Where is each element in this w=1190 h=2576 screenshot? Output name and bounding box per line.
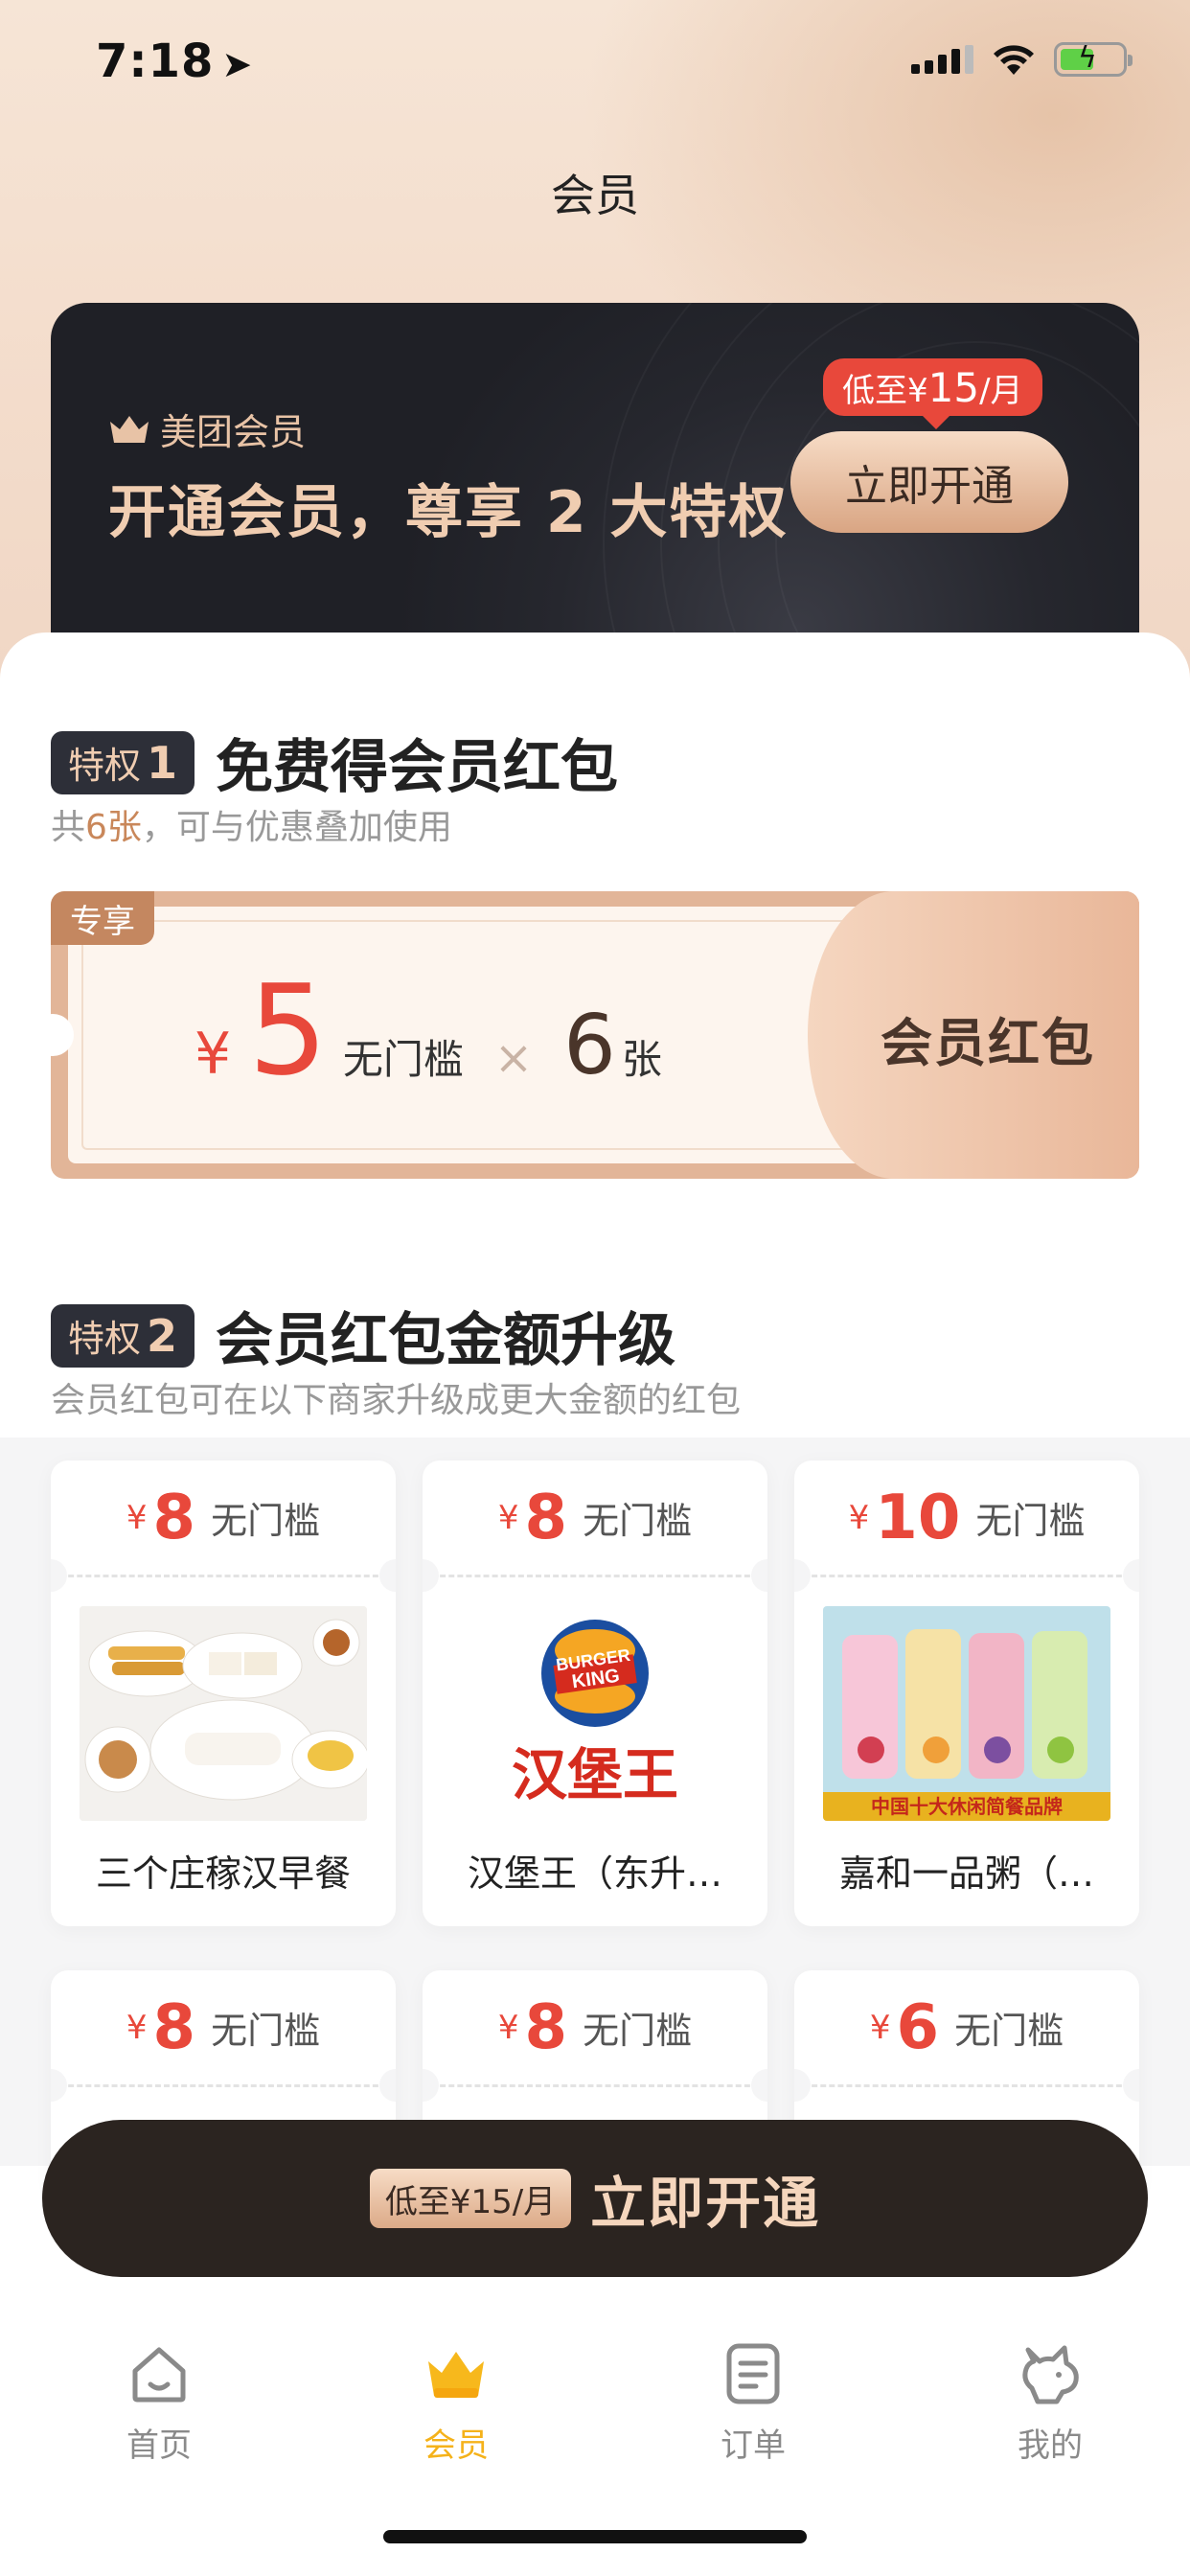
price-tag-badge: 低至¥ 15/月: [823, 358, 1042, 429]
merchant-coupon: ¥10 无门槛: [794, 1460, 1139, 1592]
merchant-card[interactable]: ¥10 无门槛 中国十大休闲简餐品牌 嘉和一品粥（…: [794, 1460, 1139, 1926]
privilege1-tag-label: 特权: [68, 745, 142, 787]
subtitle-suffix: ，可与优惠叠加使用: [141, 808, 452, 847]
privilege2-heading: 特权 2 会员红包金额升级: [51, 1294, 675, 1377]
merchant-condition: 无门槛: [211, 1500, 321, 1542]
home-icon: [132, 2347, 186, 2403]
privilege1-tag: 特权 1: [51, 730, 195, 794]
merchant-coupon: ¥8 无门槛: [51, 1970, 396, 2102]
privilege1-tag-num: 1: [147, 736, 178, 789]
crown-icon: [428, 2352, 484, 2398]
merchant-coupon: ¥6 无门槛: [794, 1970, 1139, 2102]
privilege1-heading: 特权 1 免费得会员红包: [51, 721, 618, 804]
privilege2-tag-label: 特权: [68, 1318, 142, 1360]
coupon-quantity: 6: [563, 998, 616, 1093]
tab-home-label: 首页: [126, 2426, 192, 2465]
merchant-coupon: ¥8 无门槛: [423, 1970, 767, 2102]
home-indicator[interactable]: [383, 2530, 807, 2543]
merchant-currency: ¥: [497, 1498, 519, 1537]
page-title: 会员: [551, 170, 639, 221]
merchant-card[interactable]: ¥8 无门槛 BURGER KING 汉堡王 汉堡王（东升…: [423, 1460, 767, 1926]
privilege1-subtitle: 共6张，可与优惠叠加使用: [51, 799, 452, 849]
price-tag-amount: 15: [927, 363, 980, 411]
merchant-currency: ¥: [126, 1498, 148, 1537]
battery-icon: ϟ: [1054, 41, 1133, 77]
subtitle-highlight: 6张: [85, 808, 142, 847]
open-membership-button[interactable]: 立即开通: [790, 431, 1068, 533]
coupon-condition: 无门槛: [342, 1036, 464, 1083]
merchant-condition: 无门槛: [954, 2010, 1064, 2052]
privilege2-subtitle: 会员红包可在以下商家升级成更大金额的红包: [51, 1381, 742, 1420]
merchant-name: 汉堡王（东升…: [467, 1852, 722, 1895]
promo-headline: 开通会员，尊享 2 大特权: [108, 479, 789, 546]
merchant-currency: ¥: [126, 2008, 148, 2047]
tab-orders[interactable]: 订单: [657, 2340, 849, 2466]
coupon-label: 会员红包: [881, 1013, 1095, 1073]
cta-label: 立即开通: [590, 2171, 821, 2236]
crown-icon: [110, 415, 149, 443]
drinks-banner-text: 中国十大休闲简餐品牌: [871, 1795, 1063, 1818]
merchant-currency: ¥: [848, 1498, 870, 1537]
merchant-name: 嘉和一品粥（…: [838, 1852, 1094, 1895]
price-tag-suffix: /月: [979, 371, 1023, 410]
merchant-condition: 无门槛: [583, 1500, 693, 1542]
brand-row: 美团会员: [108, 402, 306, 455]
coupon-amount: 5: [248, 957, 328, 1103]
status-bar: 7:18 ➤ ϟ: [0, 0, 1190, 126]
merchant-amount: 8: [152, 1991, 196, 2063]
membership-promo-card: 美团会员 开通会员，尊享 2 大特权 低至¥ 15/月 立即开通: [51, 303, 1139, 686]
tab-membership-label: 会员: [423, 2426, 489, 2465]
tab-mine-label: 我的: [1018, 2426, 1083, 2465]
privilege2-title: 会员红包金额升级: [216, 1307, 676, 1374]
merchant-condition: 无门槛: [211, 2010, 321, 2052]
breakfast-food-photo: [80, 1606, 367, 1821]
burger-king-logo: BURGER KING 汉堡王: [451, 1606, 739, 1821]
charging-bolt-icon: ϟ: [1078, 41, 1097, 75]
profile-kangaroo-icon: [1022, 2345, 1079, 2404]
multiply-sign: ×: [493, 1031, 534, 1085]
tab-mine[interactable]: 我的: [954, 2340, 1146, 2466]
merchant-currency: ¥: [869, 2008, 891, 2047]
merchant-condition: 无门槛: [975, 1500, 1086, 1542]
exclusive-tag: 专享: [51, 891, 154, 945]
privilege1-title: 免费得会员红包: [216, 734, 619, 801]
merchant-coupon: ¥8 无门槛: [423, 1460, 767, 1592]
subtitle-prefix: 共: [51, 808, 86, 847]
cta-price-tag: 低至¥15/月: [369, 2169, 572, 2228]
coupon-currency: ¥: [195, 1021, 232, 1088]
merchant-coupon: ¥8 无门槛: [51, 1460, 396, 1592]
merchant-card[interactable]: ¥8 无门槛 三个庄稼汉早餐: [51, 1460, 396, 1926]
price-tag-prefix: 低至¥: [842, 371, 928, 410]
tab-home[interactable]: 首页: [63, 2340, 255, 2466]
time-text: 7:18: [96, 34, 215, 88]
merchant-amount: 10: [875, 1482, 961, 1553]
merchant-amount: 8: [152, 1482, 196, 1553]
status-icons: ϟ: [911, 41, 1133, 77]
cellular-signal-icon: [911, 45, 973, 74]
tab-membership[interactable]: 会员: [360, 2340, 552, 2466]
privilege2-tag-num: 2: [147, 1309, 178, 1362]
merchant-amount: 8: [524, 1482, 568, 1553]
merchant-name: 三个庄稼汉早餐: [95, 1852, 351, 1895]
brand-name: 美团会员: [160, 411, 307, 453]
wifi-icon: [994, 45, 1034, 75]
merchant-condition: 无门槛: [583, 2010, 693, 2052]
privilege2-tag: 特权 2: [51, 1303, 195, 1368]
member-coupon-card[interactable]: 专享 ¥ 5 无门槛 × 6 张 会员红包: [51, 891, 1139, 1179]
drinks-promo-photo: 中国十大休闲简餐品牌: [823, 1606, 1110, 1821]
order-list-icon: [726, 2343, 780, 2404]
coupon-value: ¥ 5 无门槛 × 6 张: [195, 968, 662, 1093]
coupon-unit: 张: [621, 1036, 662, 1083]
merchant-currency: ¥: [497, 2008, 519, 2047]
merchant-amount: 8: [524, 1991, 568, 2063]
tab-orders-label: 订单: [721, 2426, 786, 2465]
merchant-amount: 6: [896, 1991, 940, 2063]
status-time: 7:18 ➤: [96, 34, 253, 88]
open-membership-cta-button[interactable]: 低至¥15/月 立即开通: [42, 2120, 1148, 2277]
location-arrow-icon: ➤: [221, 43, 254, 85]
burger-king-cn-logo: 汉堡王: [512, 1742, 678, 1807]
